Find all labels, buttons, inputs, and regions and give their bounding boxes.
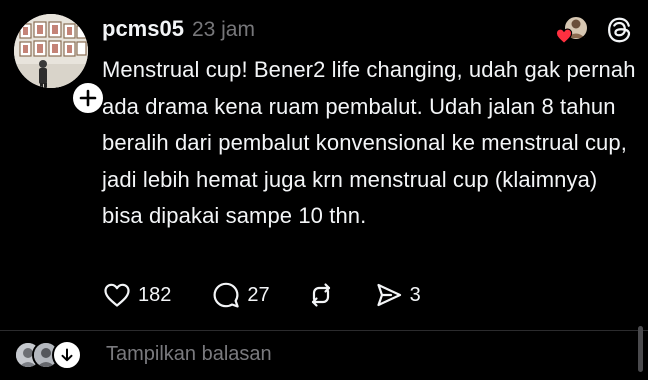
liked-by-author-indicator (550, 12, 590, 48)
share-button[interactable]: 3 (374, 278, 421, 312)
share-count: 3 (409, 283, 421, 306)
reply-button[interactable]: 27 (211, 278, 270, 312)
author-avatar[interactable] (14, 14, 88, 88)
show-replies-label: Tampilkan balasan (106, 342, 272, 365)
author-username[interactable]: pcms05 (102, 16, 184, 42)
heart-icon (555, 28, 573, 44)
post-header: pcms05 23 jam (102, 16, 255, 46)
post-body-text: Menstrual cup! Bener2 life changing, uda… (102, 57, 636, 228)
author-avatar-container[interactable] (14, 14, 106, 116)
reply-count: 27 (247, 283, 270, 306)
send-icon (377, 283, 401, 307)
comment-bubble-icon (213, 282, 240, 308)
follow-button[interactable] (70, 80, 106, 116)
post-divider (0, 330, 648, 331)
reply-avatars (14, 340, 88, 370)
post-actions: 182 27 3 (102, 278, 421, 312)
show-replies-button[interactable]: Tampilkan balasan (14, 339, 272, 370)
heart-outline-icon (104, 283, 130, 307)
like-count: 182 (138, 283, 172, 306)
thread-post: pcms05 23 jam Menstrual cup! Bener2 life… (0, 0, 648, 320)
plus-icon (79, 89, 97, 107)
repost-arrows-icon (311, 283, 330, 307)
post-timestamp: 23 jam (191, 18, 255, 41)
scrollbar[interactable] (638, 326, 643, 372)
repost-button[interactable] (306, 278, 336, 312)
arrow-down-icon (61, 348, 73, 362)
expand-replies-icon-wrap (52, 340, 82, 370)
post-header-right (550, 12, 634, 48)
like-button[interactable]: 182 (102, 278, 171, 312)
avatar-photo (14, 14, 88, 88)
threads-logo-icon[interactable] (604, 15, 634, 45)
